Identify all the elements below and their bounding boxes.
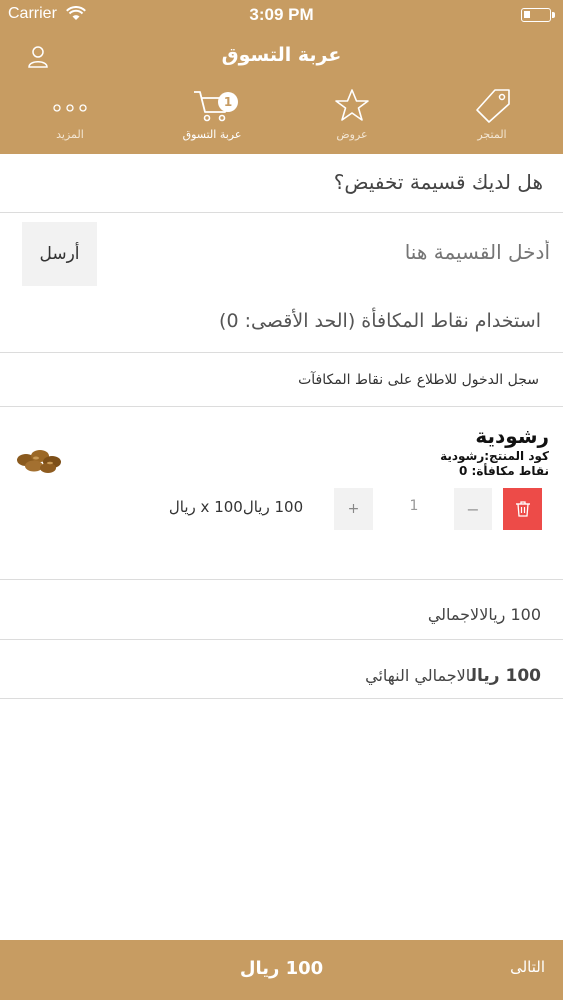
more-icon bbox=[53, 104, 87, 112]
app-header: Carrier 3:09 PM عربة التسوق المتجر عروض bbox=[0, 0, 563, 154]
page-title: عربة التسوق bbox=[221, 44, 342, 66]
tab-more-label: المزيد bbox=[56, 128, 84, 141]
tab-offers[interactable]: عروض bbox=[302, 86, 402, 152]
tab-store-label: المتجر bbox=[477, 128, 507, 141]
product-image bbox=[17, 450, 61, 473]
coupon-question-row: هل لديك قسيمة تخفيض؟ bbox=[0, 154, 563, 213]
tab-more[interactable]: المزيد bbox=[20, 86, 120, 152]
subtotal-label: الاجمالي bbox=[427, 605, 480, 624]
cart-badge: 1 bbox=[218, 92, 238, 112]
coupon-input[interactable] bbox=[110, 232, 550, 272]
increase-quantity-button[interactable]: + bbox=[334, 488, 373, 530]
trash-icon bbox=[515, 501, 530, 517]
divider bbox=[0, 579, 563, 580]
divider bbox=[0, 406, 563, 407]
clock: 3:09 PM bbox=[249, 5, 314, 24]
tab-store[interactable]: المتجر bbox=[442, 86, 542, 152]
send-coupon-button[interactable]: أرسل bbox=[22, 222, 97, 286]
battery-icon bbox=[521, 8, 555, 22]
divider bbox=[0, 639, 563, 640]
tag-icon bbox=[476, 89, 510, 123]
final-total-amount: 100 ريال bbox=[470, 666, 541, 686]
reward-points-label[interactable]: استخدام نقاط المكافأة (الحد الأقصى: 0) bbox=[219, 310, 541, 332]
login-reward-link[interactable]: سجل الدخول للاطلاع على نقاط المكافآت bbox=[298, 372, 539, 388]
decrease-quantity-button[interactable]: − bbox=[454, 488, 492, 530]
quantity-value: 1 bbox=[409, 498, 419, 514]
delete-item-button[interactable] bbox=[503, 488, 542, 530]
tab-cart[interactable]: 1 عربة التسوق bbox=[162, 86, 262, 152]
subtotal: 100 ريالالاجمالي bbox=[428, 605, 541, 624]
final-total-label: الاجمالي النهائي bbox=[365, 666, 471, 685]
status-bar: Carrier 3:09 PM bbox=[0, 0, 563, 30]
subtotal-amount: 100 ريال bbox=[479, 605, 541, 624]
next-button[interactable]: التالى bbox=[510, 958, 545, 976]
divider bbox=[0, 698, 563, 699]
line-item-price: 100 ريال100 x ريال bbox=[168, 498, 304, 516]
final-total: 100 ريالالاجمالي النهائي bbox=[365, 666, 541, 686]
product-code: كود المنتج:رشودية bbox=[440, 449, 549, 463]
coupon-question: هل لديك قسيمة تخفيض؟ bbox=[333, 170, 543, 194]
checkout-bar: 100 ريال التالى bbox=[0, 940, 563, 1000]
tab-cart-label: عربة التسوق bbox=[182, 128, 242, 141]
tab-offers-label: عروض bbox=[336, 128, 368, 141]
product-name: رشودية bbox=[475, 424, 549, 448]
divider bbox=[0, 352, 563, 353]
product-reward-points: نقاط مكافأة: 0 bbox=[459, 464, 549, 478]
bottom-total: 100 ريال bbox=[239, 958, 324, 979]
star-icon bbox=[335, 89, 369, 121]
